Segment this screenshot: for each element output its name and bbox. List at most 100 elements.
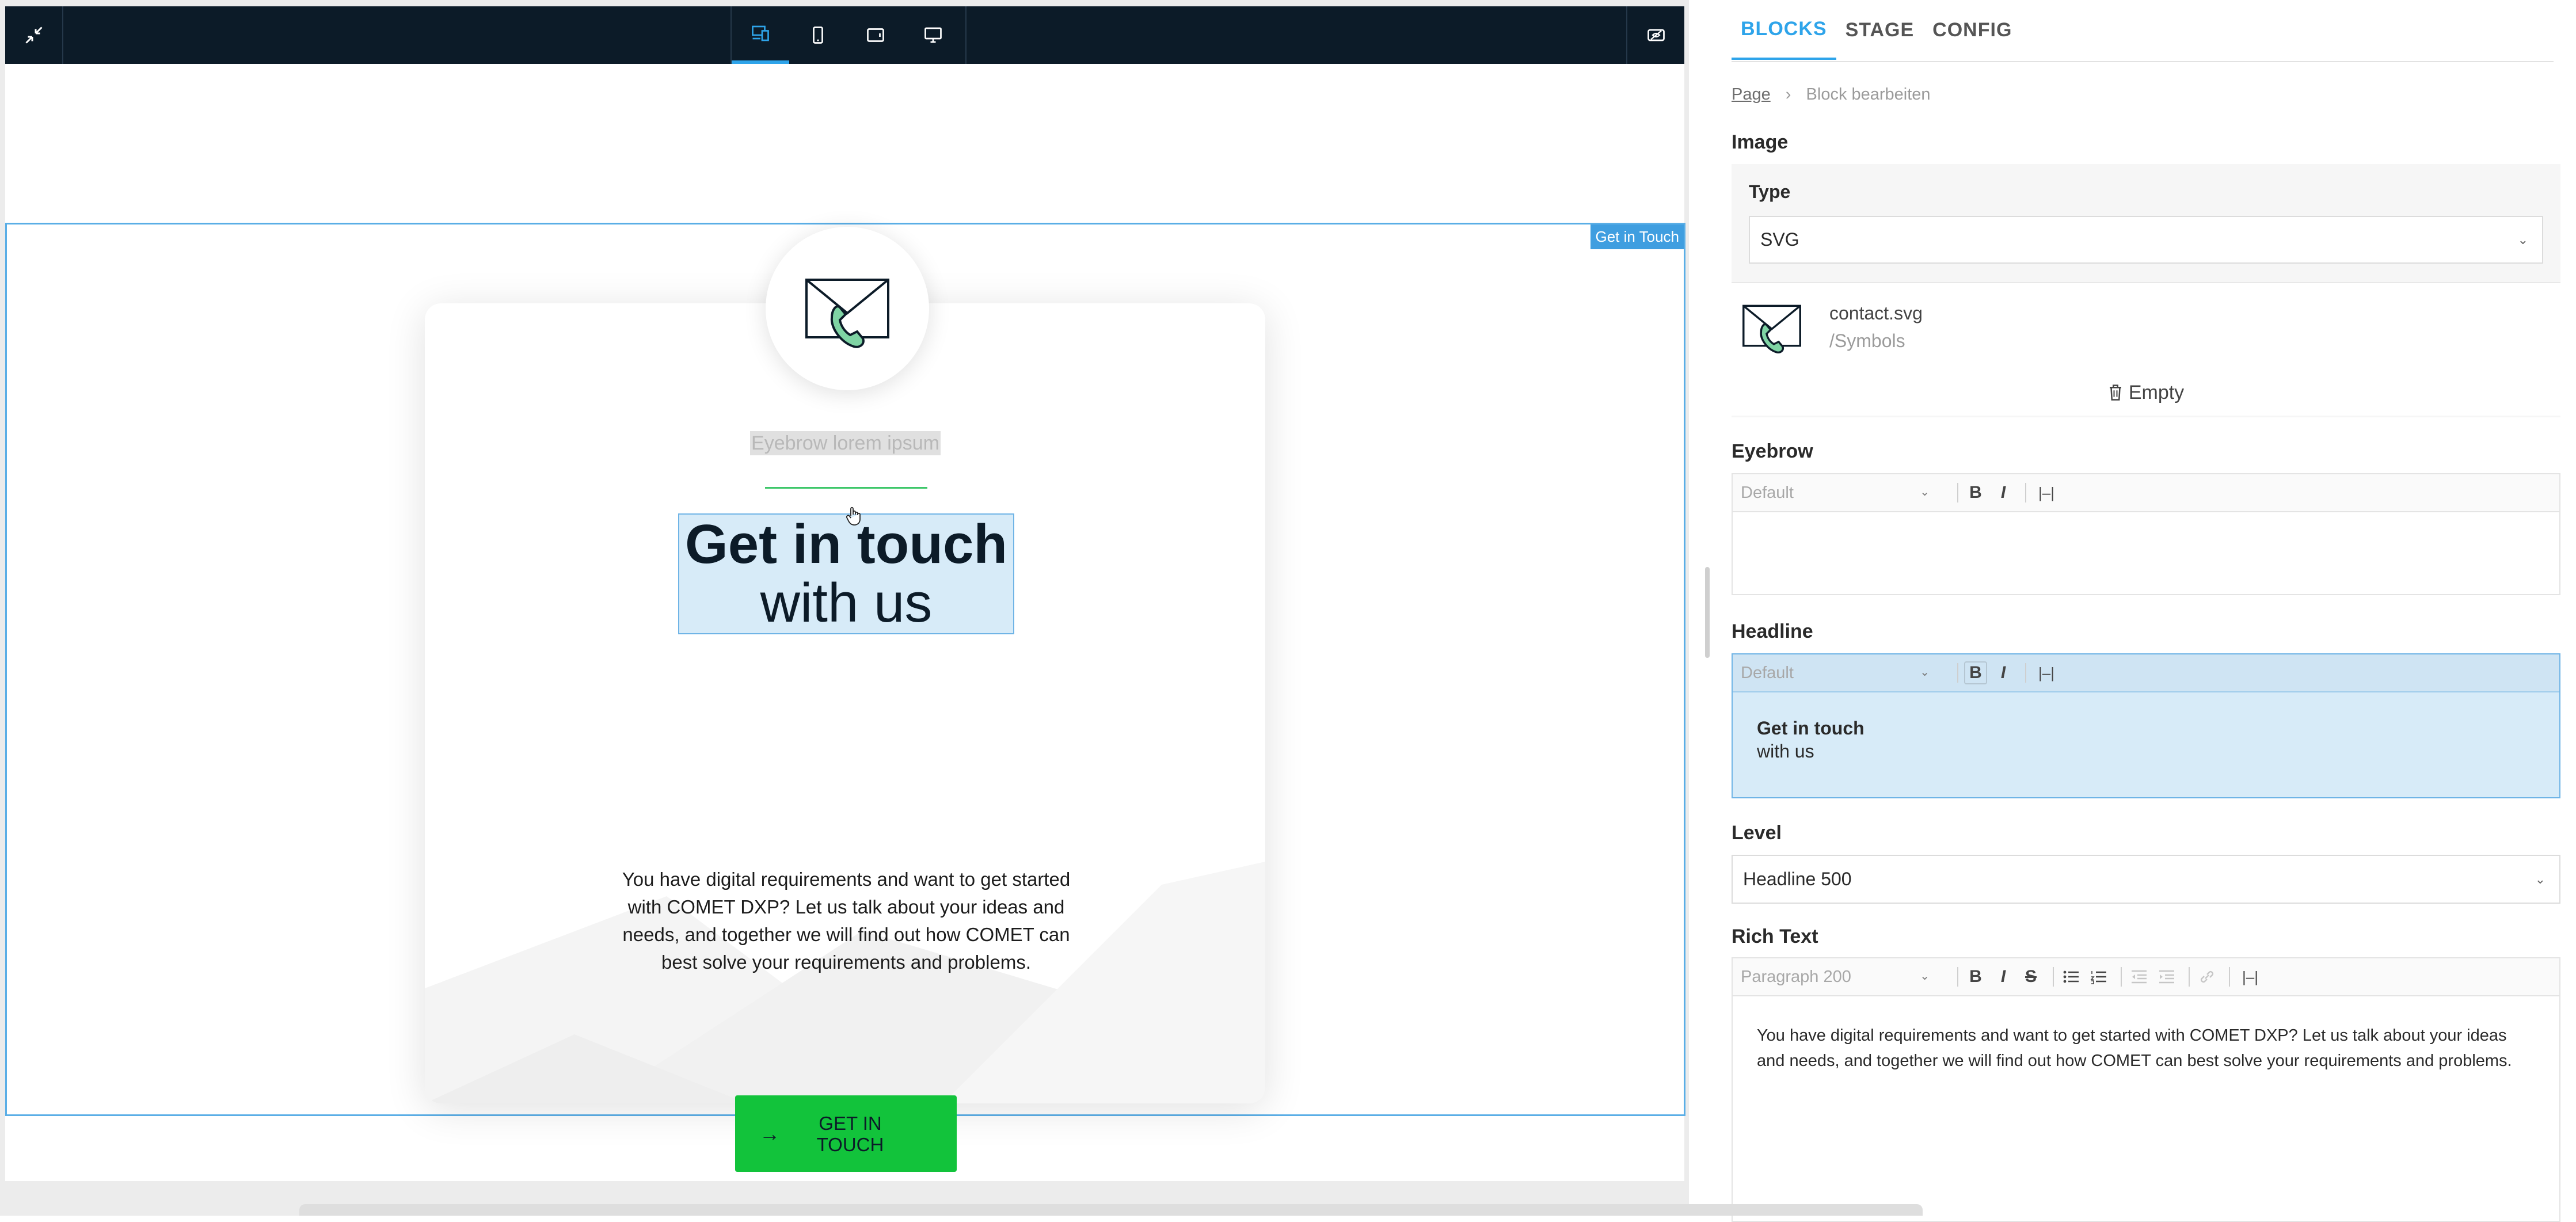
eyebrow-text[interactable]: Eyebrow lorem ipsum xyxy=(7,431,1684,455)
desktop-view-button[interactable] xyxy=(904,6,962,64)
toolbar-separator xyxy=(2189,967,2190,987)
eyebrow-toolbar: Default ⌄ B I |–| xyxy=(1733,474,2559,512)
headline-selection[interactable]: Get in touch with us xyxy=(678,513,1014,634)
headline-editor[interactable]: Default ⌄ B I |–| Get in touch with us xyxy=(1732,653,2560,798)
italic-button[interactable]: I xyxy=(1992,481,2015,504)
richtext-text-input[interactable]: You have digital requirements and want t… xyxy=(1757,1023,2525,1073)
responsive-view-button[interactable] xyxy=(732,6,789,64)
chevron-down-icon: ⌄ xyxy=(1920,485,1930,498)
toolbar-separator xyxy=(1957,967,1958,987)
divider-button[interactable]: |–| xyxy=(2032,661,2061,684)
image-field-group: Type SVG ⌄ contact.svg /Symbols Empty xyxy=(1732,164,2560,417)
breadcrumb-page-link[interactable]: Page xyxy=(1732,85,1771,104)
tab-stage[interactable]: STAGE xyxy=(1836,0,1924,60)
bottom-scrollbar[interactable] xyxy=(299,1204,1923,1216)
body-text[interactable]: You have digital requirements and want t… xyxy=(617,866,1075,976)
cta-label: GET IN TOUCH xyxy=(816,1112,884,1155)
hand-cursor-icon xyxy=(846,507,861,526)
headline-style-value: Default xyxy=(1741,663,1794,682)
headline-light-line: with us xyxy=(760,572,933,634)
image-type-value: SVG xyxy=(1760,229,1799,250)
envelope-phone-icon xyxy=(805,279,889,348)
get-in-touch-button[interactable]: → GET IN TOUCH xyxy=(735,1095,957,1172)
collapse-icon xyxy=(25,26,43,44)
eyebrow-underline xyxy=(765,487,927,489)
headline-text-input[interactable]: Get in touch with us xyxy=(1757,717,1865,763)
type-label: Type xyxy=(1749,181,1791,202)
breadcrumb-separator: › xyxy=(1785,85,1791,104)
link-button[interactable] xyxy=(2196,965,2219,988)
bullet-list-button[interactable] xyxy=(2060,965,2083,988)
page-canvas: Get in Touch Eyebrow lorem ipsum Get in … xyxy=(5,64,1685,1181)
mobile-view-button[interactable] xyxy=(789,6,847,64)
toolbar-separator xyxy=(1957,663,1958,683)
level-section-label: Level xyxy=(1732,822,1782,844)
visibility-toggle-button[interactable] xyxy=(1626,6,1684,64)
italic-button[interactable]: I xyxy=(1992,965,2015,988)
file-path: /Symbols xyxy=(1829,330,1905,351)
divider-button[interactable]: |–| xyxy=(2236,965,2265,988)
arrow-right-icon: → xyxy=(759,1121,780,1145)
toolbar-separator xyxy=(2229,967,2230,987)
eyebrow-style-value: Default xyxy=(1741,483,1794,502)
tab-blocks[interactable]: BLOCKS xyxy=(1732,0,1836,60)
selected-file[interactable]: contact.svg /Symbols xyxy=(1732,282,2560,371)
mobile-icon xyxy=(813,26,823,44)
eyebrow-section-label: Eyebrow xyxy=(1732,440,1813,462)
headline-style-select[interactable]: Default ⌄ xyxy=(1733,664,1951,683)
empty-label: Empty xyxy=(2128,381,2185,403)
bold-button[interactable]: B xyxy=(1964,965,1987,988)
stage-block-tag[interactable]: Get in Touch xyxy=(1591,224,1684,249)
device-switcher xyxy=(730,6,967,64)
bullet-list-icon xyxy=(2063,970,2079,983)
numbered-list-icon xyxy=(2090,971,2106,984)
panel-tabs: BLOCKS STAGE CONFIG xyxy=(1732,0,2554,62)
divider-button[interactable]: |–| xyxy=(2032,481,2061,504)
editor-panel: BLOCKS STAGE CONFIG Page › Block bearbei… xyxy=(1721,0,2576,1222)
richtext-style-select[interactable]: Paragraph 200 ⌄ xyxy=(1733,968,1951,987)
outdent-button[interactable] xyxy=(2128,965,2151,988)
empty-image-button[interactable]: Empty xyxy=(1732,370,2560,416)
link-icon xyxy=(2200,970,2214,983)
toolbar-separator xyxy=(1957,483,1958,502)
stage-block-get-in-touch[interactable]: Get in Touch Eyebrow lorem ipsum Get in … xyxy=(5,223,1685,1172)
contact-card xyxy=(425,303,1265,1103)
chevron-down-icon: ⌄ xyxy=(2517,232,2528,247)
headline-toolbar: Default ⌄ B I |–| xyxy=(1733,654,2559,692)
tab-config[interactable]: CONFIG xyxy=(1923,0,2021,60)
bold-button[interactable]: B xyxy=(1964,661,1987,684)
strikethrough-button[interactable]: S xyxy=(2019,965,2042,988)
toolbar-separator xyxy=(2025,483,2026,502)
contact-icon-circle[interactable] xyxy=(766,227,929,390)
chevron-down-icon: ⌄ xyxy=(1920,665,1930,679)
file-thumbnail xyxy=(1742,304,1801,353)
responsive-icon xyxy=(752,25,769,41)
tablet-icon xyxy=(867,28,884,42)
preview-area: Get in Touch Eyebrow lorem ipsum Get in … xyxy=(0,0,1710,1216)
image-type-select[interactable]: SVG ⌄ xyxy=(1749,216,2543,264)
headline-section-label: Headline xyxy=(1732,620,1813,642)
preview-toolbar xyxy=(5,6,1684,64)
chevron-down-icon: ⌄ xyxy=(2535,871,2545,886)
eyebrow-style-select[interactable]: Default ⌄ xyxy=(1733,484,1951,502)
eyebrow-editor[interactable]: Default ⌄ B I |–| xyxy=(1732,473,2560,595)
richtext-editor[interactable]: Paragraph 200 ⌄ B I S |–| You have digit… xyxy=(1732,957,2560,1222)
collapse-button[interactable] xyxy=(5,6,63,64)
indent-button[interactable] xyxy=(2155,965,2178,988)
panel-resize-handle[interactable] xyxy=(1705,567,1710,658)
level-value: Headline 500 xyxy=(1743,869,1852,889)
image-section-label: Image xyxy=(1732,131,1789,153)
level-select[interactable]: Headline 500 ⌄ xyxy=(1732,855,2560,904)
toolbar-separator xyxy=(2025,663,2026,683)
richtext-toolbar: Paragraph 200 ⌄ B I S |–| xyxy=(1733,958,2559,996)
bold-button[interactable]: B xyxy=(1964,481,1987,504)
numbered-list-button[interactable] xyxy=(2087,965,2110,988)
richtext-section-label: Rich Text xyxy=(1732,926,1818,947)
indent-icon xyxy=(2159,970,2174,984)
tablet-view-button[interactable] xyxy=(847,6,904,64)
headline-line-regular: with us xyxy=(1757,741,1814,762)
visibility-icon xyxy=(1647,29,1665,41)
italic-button[interactable]: I xyxy=(1992,661,2015,684)
toolbar-separator xyxy=(2121,967,2122,987)
file-name: contact.svg xyxy=(1829,303,1923,323)
